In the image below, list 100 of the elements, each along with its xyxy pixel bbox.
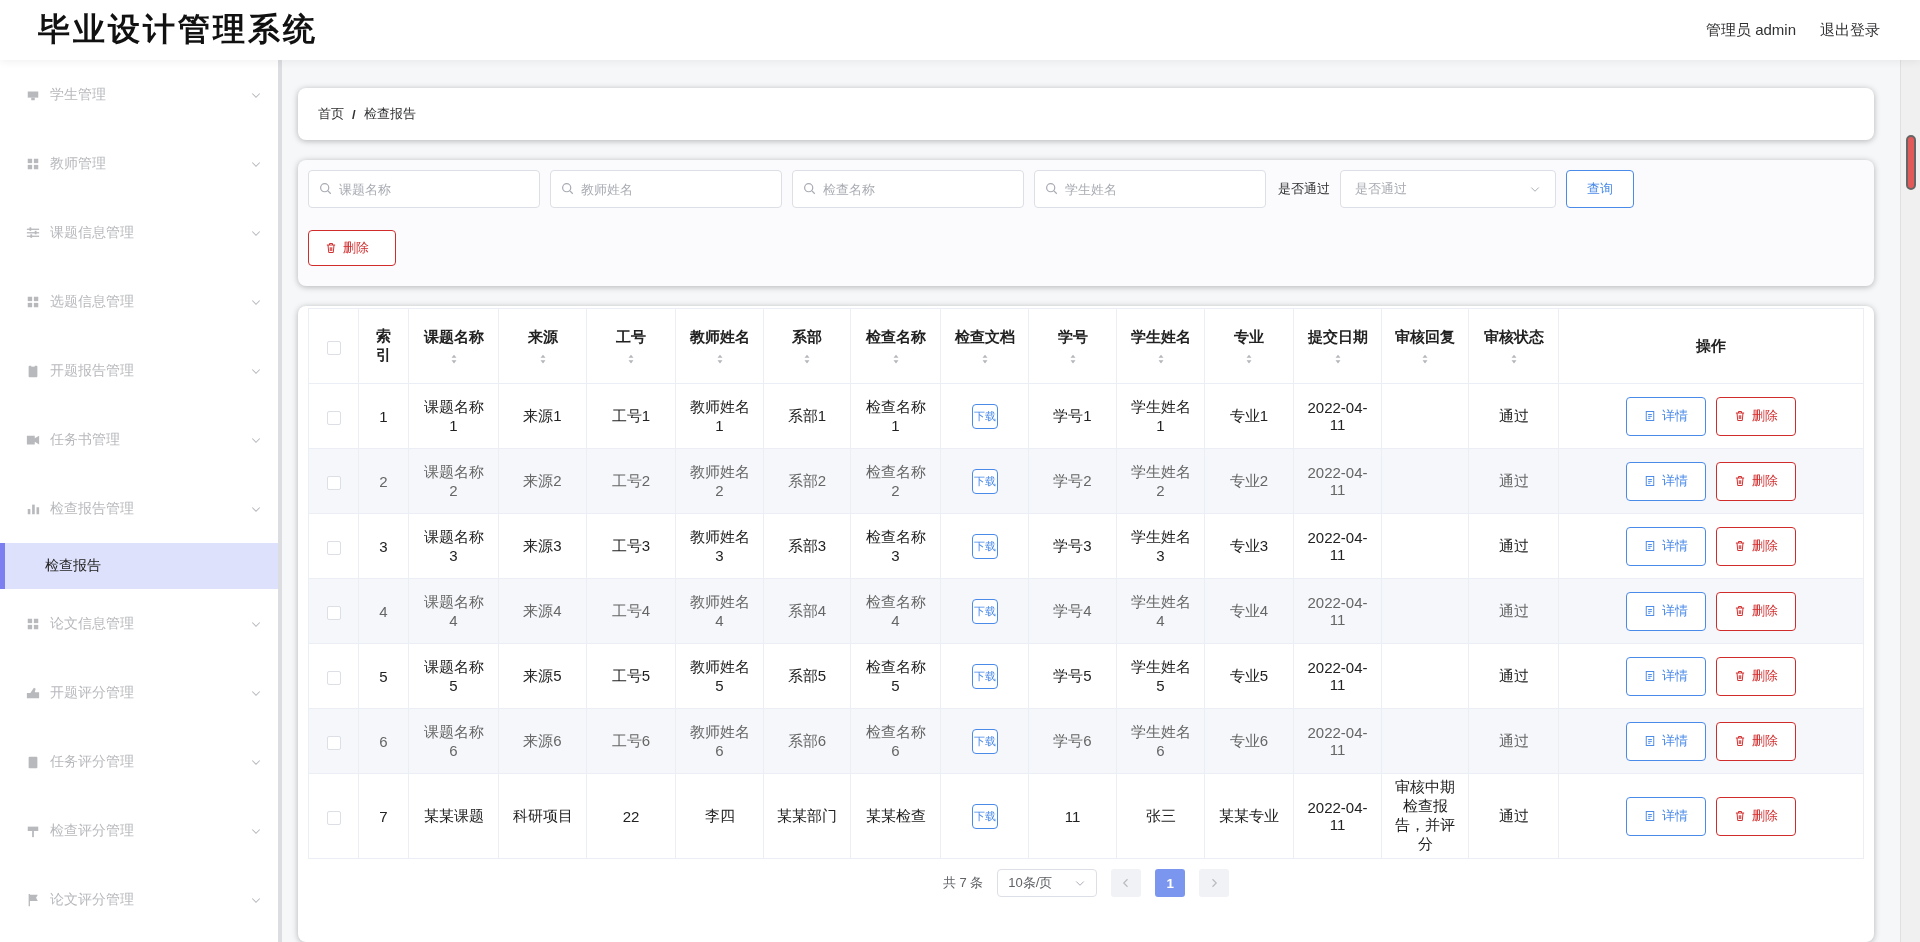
table-cell: 教师姓名5 — [675, 643, 764, 709]
details-button[interactable]: 详情 — [1626, 656, 1706, 696]
column-header[interactable]: 检查名称 — [850, 308, 941, 384]
sidebar-subitem[interactable]: 检查报告 — [0, 543, 278, 589]
column-header[interactable]: 审核状态 — [1468, 308, 1559, 384]
table-cell: 专业4 — [1204, 578, 1294, 644]
details-button[interactable]: 详情 — [1626, 721, 1706, 761]
breadcrumb-item[interactable]: 首页 — [318, 105, 344, 123]
scrollbar-thumb[interactable] — [1906, 135, 1916, 190]
delete-button[interactable]: 删除 — [1716, 461, 1796, 501]
checkbox[interactable] — [326, 670, 341, 685]
table-cell: 学号2 — [1028, 448, 1117, 514]
table-cell: 学生姓名2 — [1116, 448, 1205, 514]
download-button[interactable]: 下载 — [971, 728, 998, 754]
filter-label: 是否通过 — [1278, 180, 1330, 198]
table-cell: 来源6 — [498, 708, 587, 774]
table-cell: 系部3 — [763, 513, 851, 579]
column-header[interactable]: 工号 — [586, 308, 676, 384]
column-header[interactable]: 课题名称 — [408, 308, 499, 384]
sidebar-item[interactable]: 任务书管理 — [0, 405, 278, 474]
column-header[interactable]: 学生姓名 — [1116, 308, 1205, 384]
details-button[interactable]: 详情 — [1626, 526, 1706, 566]
checkbox[interactable] — [326, 540, 341, 555]
checkbox[interactable] — [326, 475, 341, 490]
table-cell: 11 — [1028, 773, 1117, 859]
column-header[interactable]: 学号 — [1028, 308, 1117, 384]
sidebar-item[interactable]: 课题信息管理 — [0, 198, 278, 267]
sidebar-item[interactable]: 开题评分管理 — [0, 658, 278, 727]
download-button[interactable]: 下载 — [971, 598, 998, 624]
details-button[interactable]: 详情 — [1626, 796, 1706, 836]
table-cell: 系部6 — [763, 708, 851, 774]
page-size-select[interactable]: 10条/页 — [997, 869, 1098, 897]
search-icon — [1045, 182, 1058, 195]
delete-button[interactable]: 删除 — [1716, 721, 1796, 761]
delete-button[interactable]: 删除 — [1716, 396, 1796, 436]
column-header[interactable]: 审核回复 — [1381, 308, 1469, 384]
search-field[interactable]: 课题名称 — [308, 170, 540, 208]
delete-button[interactable]: 删除 — [1716, 796, 1796, 836]
query-button[interactable]: 查询 — [1566, 170, 1634, 208]
table-cell: 2022-04-11 — [1293, 383, 1382, 449]
sidebar-item[interactable]: 开题报告管理 — [0, 336, 278, 405]
column-header[interactable]: 来源 — [498, 308, 587, 384]
details-button[interactable]: 详情 — [1626, 461, 1706, 501]
column-header[interactable]: 检查文档 — [940, 308, 1029, 384]
breadcrumb-item[interactable]: 检查报告 — [363, 105, 416, 123]
download-button[interactable]: 下载 — [971, 533, 998, 559]
details-button[interactable]: 详情 — [1626, 591, 1706, 631]
table-cell: 22 — [586, 773, 676, 859]
sidebar-item[interactable]: 检查报告管理 — [0, 474, 278, 543]
table-cell: 课题名称3 — [408, 513, 499, 579]
delete-button[interactable]: 删除 — [308, 230, 396, 266]
download-button[interactable]: 下载 — [971, 803, 998, 829]
column-header[interactable]: 教师姓名 — [675, 308, 764, 384]
table-cell: 某某部门 — [763, 773, 851, 859]
table-cell: 2022-04-11 — [1293, 448, 1382, 514]
column-header[interactable]: 提交日期 — [1293, 308, 1382, 384]
logout-link[interactable]: 退出登录 — [1820, 20, 1880, 40]
sidebar-item[interactable]: 选题信息管理 — [0, 267, 278, 336]
sort-icon — [1244, 352, 1254, 365]
page-button[interactable]: 1 — [1155, 869, 1186, 897]
details-button[interactable]: 详情 — [1626, 396, 1706, 436]
search-field[interactable]: 检查名称 — [792, 170, 1024, 208]
scrollbar[interactable] — [1900, 60, 1920, 942]
checkbox[interactable] — [326, 410, 341, 425]
table-cell: 课题名称5 — [408, 643, 499, 709]
sidebar-item[interactable]: 任务评分管理 — [0, 727, 278, 796]
sidebar-item[interactable]: 检查评分管理 — [0, 796, 278, 865]
checkbox[interactable] — [326, 340, 341, 355]
flag-icon — [26, 892, 40, 907]
pass-select[interactable]: 是否通过 — [1340, 170, 1556, 208]
table-cell: 工号3 — [586, 513, 676, 579]
download-button[interactable]: 下载 — [971, 663, 998, 689]
table-cell: 通过 — [1468, 383, 1559, 449]
checkbox[interactable] — [326, 605, 341, 620]
delete-button[interactable]: 删除 — [1716, 591, 1796, 631]
download-button[interactable]: 下载 — [971, 403, 998, 429]
column-header[interactable]: 专业 — [1204, 308, 1294, 384]
sidebar-item[interactable]: 论文评分管理 — [0, 865, 278, 934]
checkbox[interactable] — [326, 735, 341, 750]
delete-button[interactable]: 删除 — [1716, 656, 1796, 696]
search-field[interactable]: 学生姓名 — [1034, 170, 1266, 208]
prev-page-button[interactable] — [1111, 869, 1142, 897]
delete-button[interactable]: 删除 — [1716, 526, 1796, 566]
clipboard-icon — [26, 754, 40, 769]
table-cell: 学号6 — [1028, 708, 1117, 774]
table-cell: 学生姓名4 — [1116, 578, 1205, 644]
trash-icon — [1734, 670, 1746, 682]
checkbox[interactable] — [326, 810, 341, 825]
trash-icon — [1734, 810, 1746, 822]
table-cell: 工号4 — [586, 578, 676, 644]
sidebar-item[interactable]: 教师管理 — [0, 129, 278, 198]
next-page-button[interactable] — [1199, 869, 1230, 897]
sidebar-item[interactable]: 论文信息管理 — [0, 589, 278, 658]
search-field[interactable]: 教师姓名 — [550, 170, 782, 208]
sidebar-item[interactable]: 学生管理 — [0, 60, 278, 129]
column-header[interactable]: 系部 — [763, 308, 851, 384]
table-cell: 2022-04-11 — [1293, 578, 1382, 644]
table-cell: 教师姓名3 — [675, 513, 764, 579]
trash-icon — [1734, 605, 1746, 617]
download-button[interactable]: 下载 — [971, 468, 998, 494]
